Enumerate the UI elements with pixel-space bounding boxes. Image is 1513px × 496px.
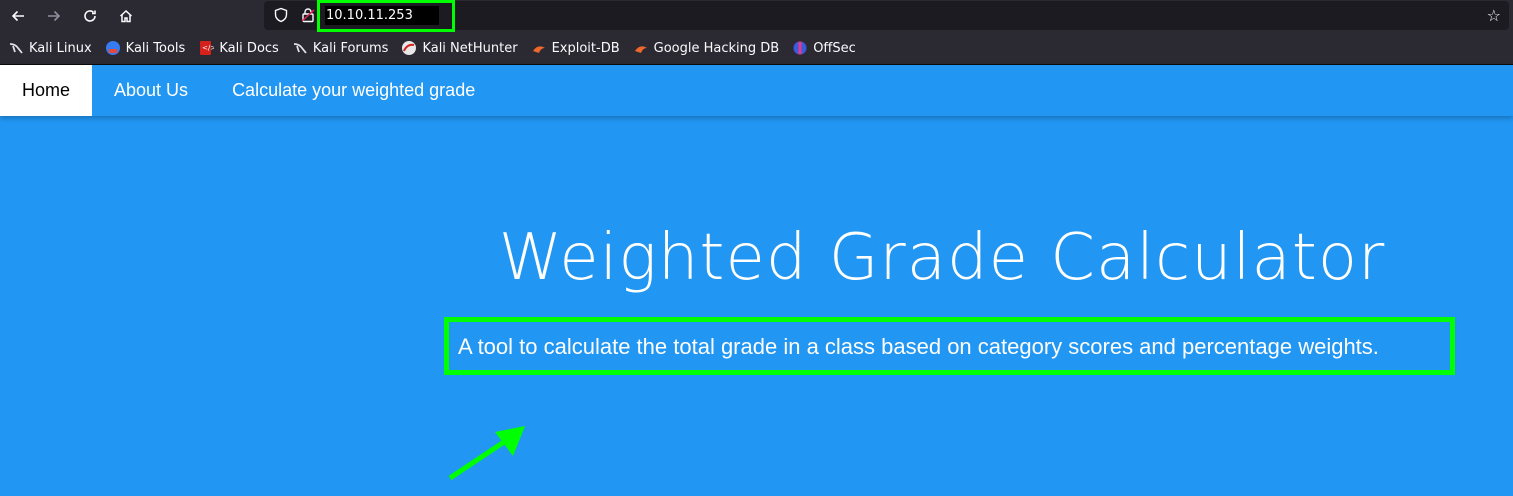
forward-button[interactable] — [36, 0, 72, 32]
insecure-lock-icon[interactable] — [300, 7, 316, 23]
kali-dragon-icon — [292, 40, 308, 56]
tracking-shield-icon[interactable] — [273, 7, 289, 23]
site-navbar: Home About Us Calculate your weighted gr… — [0, 65, 1513, 116]
forward-arrow-icon — [48, 10, 61, 22]
nav-home[interactable]: Home — [0, 65, 93, 116]
nav-about-us[interactable]: About Us — [92, 65, 210, 116]
bookmark-kali-tools[interactable]: Kali Tools — [105, 40, 185, 56]
home-button[interactable] — [108, 0, 144, 32]
svg-text:</>: </> — [202, 44, 214, 52]
url-text[interactable]: 10.10.11.253 — [326, 7, 413, 24]
back-arrow-icon — [11, 10, 24, 22]
kali-docs-icon: </> — [198, 40, 214, 56]
nav-calculate-grade[interactable]: Calculate your weighted grade — [210, 65, 497, 116]
kali-dragon-icon — [8, 40, 24, 56]
bookmarks-bar: Kali Linux Kali Tools </> Kali Docs Kali… — [0, 32, 1513, 65]
bookmark-star-icon[interactable]: ☆ — [1487, 6, 1501, 25]
exploit-db-icon — [531, 40, 547, 56]
bookmark-exploit-db[interactable]: Exploit-DB — [531, 40, 620, 56]
bookmark-kali-linux[interactable]: Kali Linux — [8, 40, 92, 56]
back-button[interactable] — [0, 0, 36, 32]
bookmark-kali-docs[interactable]: </> Kali Docs — [198, 40, 279, 56]
nethunter-icon — [401, 40, 417, 56]
annotation-arrow-icon — [448, 426, 525, 481]
ghdb-icon — [633, 40, 649, 56]
bookmark-kali-nethunter[interactable]: Kali NetHunter — [401, 40, 518, 56]
hero-title: Weighted Grade Calculator — [498, 221, 1386, 295]
bookmark-google-hacking-db[interactable]: Google Hacking DB — [633, 40, 779, 56]
reload-icon — [84, 10, 96, 22]
kali-tools-icon — [105, 40, 121, 56]
offsec-icon — [792, 40, 808, 56]
hero-subtitle: A tool to calculate the total grade in a… — [458, 334, 1379, 359]
bookmark-offsec[interactable]: OffSec — [792, 40, 856, 56]
bookmark-kali-forums[interactable]: Kali Forums — [292, 40, 388, 56]
reload-button[interactable] — [72, 0, 108, 32]
address-bar[interactable]: 10.10.11.253 ☆ — [264, 0, 1509, 32]
browser-toolbar: 10.10.11.253 ☆ — [0, 0, 1513, 32]
home-icon — [119, 9, 133, 23]
